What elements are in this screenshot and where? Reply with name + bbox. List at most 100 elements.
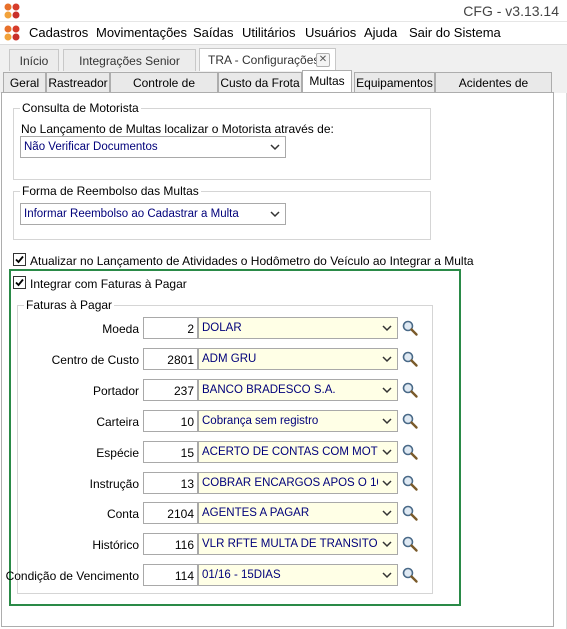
subtab-equipamentos[interactable]: Equipamentos	[354, 72, 435, 93]
atualizar-hodometro-label: Atualizar no Lançamento de Atividades o …	[30, 254, 474, 268]
code-input-moeda[interactable]: 2	[143, 317, 198, 339]
code-value: 2104	[167, 507, 194, 521]
checkmark-icon	[15, 255, 24, 264]
field-label-especie: Espécie	[96, 446, 139, 460]
menu-bar: Cadastros Movimentações Saídas Utilitári…	[0, 22, 567, 44]
code-input-carteira[interactable]: 10	[143, 410, 198, 432]
search-icon[interactable]	[401, 504, 419, 522]
field-label-carteira: Carteira	[96, 415, 139, 429]
code-input-portador[interactable]: 237	[143, 379, 198, 401]
menu-cadastros[interactable]: Cadastros	[29, 25, 88, 40]
checkmark-icon	[15, 278, 24, 287]
consulta-motorista-legend: Consulta de Motorista	[20, 101, 141, 115]
code-value: 2801	[167, 353, 194, 367]
desc-value: COBRAR ENCARGOS APOS O 10º D	[202, 477, 378, 489]
subtab-custo-frota[interactable]: Custo da Frota	[218, 72, 302, 93]
desc-value: ADM GRU	[202, 353, 257, 365]
chevron-down-icon	[270, 211, 280, 218]
chevron-down-icon	[382, 387, 392, 394]
code-input-especie[interactable]: 15	[143, 441, 198, 463]
chevron-down-icon	[382, 510, 392, 517]
search-icon[interactable]	[401, 474, 419, 492]
field-label-centro-de-custo: Centro de Custo	[51, 353, 139, 367]
close-tab-icon[interactable]: ✕	[316, 53, 330, 67]
chevron-down-icon	[382, 325, 392, 332]
desc-select-carteira[interactable]: Cobrança sem registro	[198, 410, 398, 432]
desc-select-conta[interactable]: AGENTES A PAGAR	[198, 502, 398, 524]
field-label-condicao-de-vencimento: Condição de Vencimento	[5, 569, 139, 583]
field-label-portador: Portador	[92, 384, 139, 398]
consulta-motorista-value: Não Verificar Documentos	[24, 141, 158, 153]
reembolso-select[interactable]: Informar Reembolso ao Cadastrar a Multa	[20, 203, 286, 225]
field-label-historico: Histórico	[92, 538, 139, 552]
desc-value: 01/16 - 15DIAS	[202, 569, 281, 581]
subtab-rastreador[interactable]: Rastreador	[46, 72, 110, 93]
reembolso-value: Informar Reembolso ao Cadastrar a Multa	[24, 208, 239, 220]
desc-select-historico[interactable]: VLR RFTE MULTA DE TRANSITO	[198, 533, 398, 555]
menu-movimentacoes[interactable]: Movimentações	[96, 25, 187, 40]
search-icon[interactable]	[401, 535, 419, 553]
subtab-multas[interactable]: Multas	[302, 70, 352, 93]
desc-value: BANCO BRADESCO S.A.	[202, 384, 336, 396]
code-value: 10	[180, 415, 194, 429]
atualizar-hodometro-checkbox[interactable]	[13, 253, 26, 266]
chevron-down-icon	[382, 449, 392, 456]
search-icon[interactable]	[401, 443, 419, 461]
search-icon[interactable]	[401, 350, 419, 368]
code-input-condicao-de-vencimento[interactable]: 114	[143, 564, 198, 586]
chevron-down-icon	[270, 144, 280, 151]
tab-tra-configuracoes[interactable]: TRA - Configurações ✕	[199, 48, 336, 72]
desc-select-moeda[interactable]: DOLAR	[198, 317, 398, 339]
code-value: 2	[187, 322, 194, 336]
desc-select-instrucao[interactable]: COBRAR ENCARGOS APOS O 10º D	[198, 472, 398, 494]
search-icon[interactable]	[401, 566, 419, 584]
tab-inicio-label: Início	[19, 54, 49, 68]
tab-integracoes-label: Integrações Senior	[79, 54, 180, 68]
chevron-down-icon	[382, 572, 392, 579]
field-label-instrucao: Instrução	[89, 477, 139, 491]
code-input-centro-de-custo[interactable]: 2801	[143, 348, 198, 370]
tab-integracoes-senior[interactable]: Integrações Senior	[63, 49, 196, 72]
tab-tra-label: TRA - Configurações	[208, 53, 320, 67]
search-icon[interactable]	[401, 412, 419, 430]
title-bar: CFG - v3.13.14	[0, 0, 567, 22]
field-label-conta: Conta	[106, 507, 139, 521]
subtab-acidentes-transito[interactable]: Acidentes de Trânsito	[435, 72, 552, 104]
search-icon[interactable]	[401, 381, 419, 399]
chevron-down-icon	[382, 356, 392, 363]
consulta-motorista-label: No Lançamento de Multas localizar o Moto…	[21, 122, 334, 136]
code-input-conta[interactable]: 2104	[143, 502, 198, 524]
menu-ajuda[interactable]: Ajuda	[364, 25, 397, 40]
menu-usuarios[interactable]: Usuários	[305, 25, 356, 40]
desc-select-portador[interactable]: BANCO BRADESCO S.A.	[198, 379, 398, 401]
menu-utilitarios[interactable]: Utilitários	[242, 25, 295, 40]
subtab-label: Geral	[9, 76, 40, 90]
chevron-down-icon	[382, 541, 392, 548]
code-input-historico[interactable]: 116	[143, 533, 198, 555]
desc-select-condicao-de-vencimento[interactable]: 01/16 - 15DIAS	[198, 564, 398, 586]
code-input-instrucao[interactable]: 13	[143, 472, 198, 494]
desc-select-especie[interactable]: ACERTO DE CONTAS COM MOTORIS	[198, 441, 398, 463]
consulta-motorista-select[interactable]: Não Verificar Documentos	[20, 136, 286, 158]
chevron-down-icon	[382, 418, 392, 425]
code-value: 237	[173, 384, 194, 398]
menu-sair[interactable]: Sair do Sistema	[409, 25, 501, 40]
desc-value: Cobrança sem registro	[202, 415, 319, 427]
subtab-label: Multas	[309, 74, 345, 88]
code-value: 13	[180, 477, 194, 491]
code-value: 116	[174, 538, 194, 552]
search-icon[interactable]	[401, 319, 419, 337]
faturas-legend: Faturas à Pagar	[24, 298, 115, 312]
desc-value: ACERTO DE CONTAS COM MOTORIS	[202, 446, 378, 458]
integrar-faturas-checkbox[interactable]	[13, 276, 26, 289]
subtab-geral[interactable]: Geral	[3, 72, 46, 93]
desc-value: VLR RFTE MULTA DE TRANSITO	[202, 538, 378, 550]
code-value: 114	[174, 569, 194, 583]
subtab-controle-trafego[interactable]: Controle de Tráfego	[110, 72, 218, 104]
subtab-label: Custo da Frota	[220, 76, 300, 90]
menu-saidas[interactable]: Saídas	[193, 25, 233, 40]
chevron-down-icon	[382, 480, 392, 487]
desc-select-centro-de-custo[interactable]: ADM GRU	[198, 348, 398, 370]
system-menu-icon[interactable]	[3, 24, 21, 42]
tab-inicio[interactable]: Início	[9, 49, 59, 72]
